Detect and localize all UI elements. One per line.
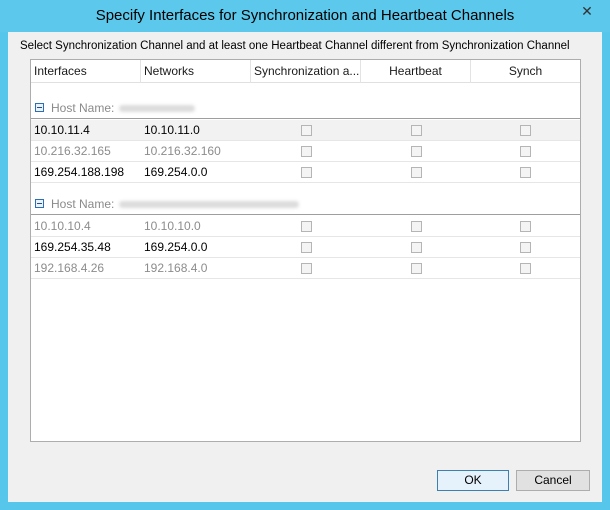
table-row[interactable]: 169.254.35.48 169.254.0.0 — [31, 237, 580, 258]
column-header-synchronization[interactable]: Synchronization a... — [251, 60, 361, 83]
grid-header: Interfaces Networks Synchronization a...… — [31, 60, 580, 83]
synch-checkbox[interactable] — [520, 221, 531, 232]
network-cell: 10.10.10.0 — [144, 219, 201, 233]
column-header-interfaces[interactable]: Interfaces — [31, 60, 141, 83]
host-name-label: Host Name: — [51, 101, 115, 115]
network-cell: 169.254.0.0 — [144, 240, 208, 254]
table-row[interactable]: 192.168.4.26 192.168.4.0 — [31, 258, 580, 279]
collapse-icon[interactable] — [35, 199, 44, 208]
heartbeat-checkbox[interactable] — [411, 146, 422, 157]
cancel-button[interactable]: Cancel — [516, 470, 590, 491]
synchronization-checkbox[interactable] — [301, 146, 312, 157]
network-cell: 10.10.11.0 — [144, 123, 200, 137]
heartbeat-checkbox[interactable] — [411, 263, 422, 274]
synch-checkbox[interactable] — [520, 242, 531, 253]
synch-checkbox[interactable] — [520, 146, 531, 157]
collapse-icon[interactable] — [35, 103, 44, 112]
close-button[interactable]: ✕ — [572, 1, 602, 22]
window-title: Specify Interfaces for Synchronization a… — [95, 7, 515, 24]
synch-checkbox[interactable] — [520, 263, 531, 274]
column-header-synch[interactable]: Synch — [471, 60, 580, 83]
table-row[interactable]: 10.10.11.4 10.10.11.0 — [31, 120, 580, 141]
interfaces-grid: Interfaces Networks Synchronization a...… — [30, 59, 581, 442]
synch-checkbox[interactable] — [520, 125, 531, 136]
title-bar[interactable]: Specify Interfaces for Synchronization a… — [0, 0, 610, 32]
interface-cell: 169.254.188.198 — [34, 165, 125, 179]
network-cell: 192.168.4.0 — [144, 261, 208, 275]
network-cell: 10.216.32.160 — [144, 144, 221, 158]
network-cell: 169.254.0.0 — [144, 165, 208, 179]
instruction-text: Select Synchronization Channel and at le… — [20, 40, 570, 52]
interface-cell: 10.10.10.4 — [34, 219, 91, 233]
synch-checkbox[interactable] — [520, 167, 531, 178]
synchronization-checkbox[interactable] — [301, 125, 312, 136]
close-icon: ✕ — [581, 3, 593, 19]
synchronization-checkbox[interactable] — [301, 242, 312, 253]
interface-cell: 192.168.4.26 — [34, 261, 105, 275]
redacted-host-name — [119, 201, 299, 208]
column-header-heartbeat[interactable]: Heartbeat — [361, 60, 471, 83]
host-group-header[interactable]: Host Name: — [31, 97, 580, 119]
heartbeat-checkbox[interactable] — [411, 242, 422, 253]
synchronization-checkbox[interactable] — [301, 167, 312, 178]
synchronization-checkbox[interactable] — [301, 263, 312, 274]
table-row[interactable]: 10.10.10.4 10.10.10.0 — [31, 216, 580, 237]
host-group-header[interactable]: Host Name: — [31, 193, 580, 215]
table-row[interactable]: 169.254.188.198 169.254.0.0 — [31, 162, 580, 183]
heartbeat-checkbox[interactable] — [411, 167, 422, 178]
synchronization-checkbox[interactable] — [301, 221, 312, 232]
host-name-label: Host Name: — [51, 197, 115, 211]
interface-cell: 10.216.32.165 — [34, 144, 111, 158]
column-header-networks[interactable]: Networks — [141, 60, 251, 83]
interface-cell: 169.254.35.48 — [34, 240, 111, 254]
heartbeat-checkbox[interactable] — [411, 221, 422, 232]
table-row[interactable]: 10.216.32.165 10.216.32.160 — [31, 141, 580, 162]
dialog-window: Specify Interfaces for Synchronization a… — [0, 0, 610, 510]
heartbeat-checkbox[interactable] — [411, 125, 422, 136]
redacted-host-name — [119, 105, 195, 112]
ok-button[interactable]: OK — [437, 470, 509, 491]
interface-cell: 10.10.11.4 — [34, 123, 90, 137]
